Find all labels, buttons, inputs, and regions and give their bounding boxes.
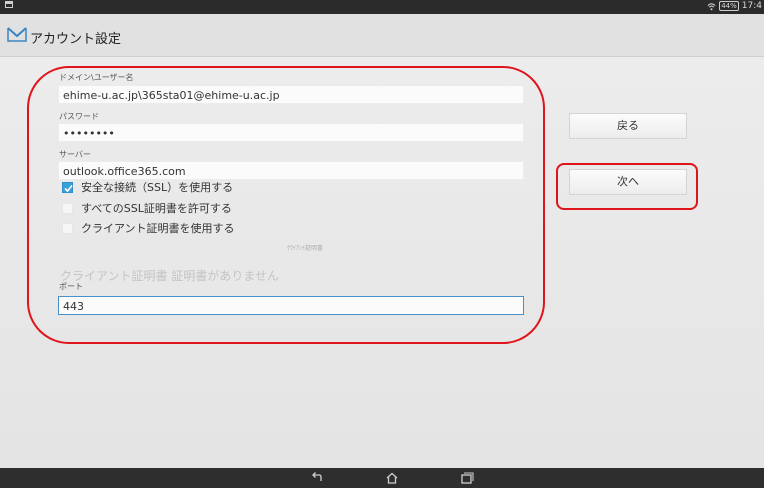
password-label: パスワード [59, 112, 99, 121]
navigation-bar [0, 468, 764, 488]
client-cert-checkbox-label: クライアント証明書を使用する [81, 222, 235, 235]
recent-apps-icon[interactable] [460, 472, 474, 484]
page-title: アカウント設定 [30, 32, 122, 47]
ssl-checkbox[interactable] [62, 181, 73, 193]
ssl-checkbox-row[interactable]: 安全な接続（SSL）を使用する [62, 179, 233, 195]
client-cert-checkbox-row[interactable]: クライアント証明書を使用する [62, 220, 235, 236]
port-input[interactable]: 443 [58, 296, 524, 315]
username-input[interactable]: ehime-u.ac.jp\365sta01@ehime-u.ac.jp [58, 85, 524, 104]
home-icon[interactable] [385, 472, 399, 484]
wifi-icon [707, 2, 716, 10]
back-button[interactable]: 戻る [569, 113, 687, 139]
port-label: ポート [59, 282, 83, 291]
notification-icon [5, 1, 13, 8]
clock: 17:4 [741, 1, 762, 11]
status-bar: 44% 17:4 [0, 0, 764, 14]
username-label: ドメイン\ユーザー名 [59, 73, 134, 82]
mail-envelope-icon [7, 27, 27, 42]
action-bar: アカウント設定 [0, 14, 764, 57]
client-cert-button[interactable]: ｸﾗｲｱﾝﾄ証明書 [240, 242, 370, 256]
checkmark-icon [64, 184, 73, 192]
all-certs-checkbox-label: すべてのSSL証明書を許可する [81, 202, 232, 215]
all-certs-checkbox[interactable] [62, 202, 73, 214]
next-button[interactable]: 次へ [569, 169, 687, 195]
battery-indicator: 44% [719, 1, 739, 11]
client-cert-checkbox[interactable] [62, 222, 73, 234]
client-cert-status: クライアント証明書 証明書がありません [60, 269, 279, 283]
server-label: サーバー [59, 150, 91, 159]
account-settings-form: ドメイン\ユーザー名 ehime-u.ac.jp\365sta01@ehime-… [0, 57, 764, 468]
back-icon[interactable] [310, 472, 324, 484]
ssl-checkbox-label: 安全な接続（SSL）を使用する [81, 181, 234, 194]
server-input[interactable]: outlook.office365.com [58, 161, 524, 180]
password-input[interactable]: •••••••• [58, 123, 524, 142]
all-certs-checkbox-row[interactable]: すべてのSSL証明書を許可する [62, 200, 232, 216]
status-right: 44% 17:4 [707, 1, 762, 11]
